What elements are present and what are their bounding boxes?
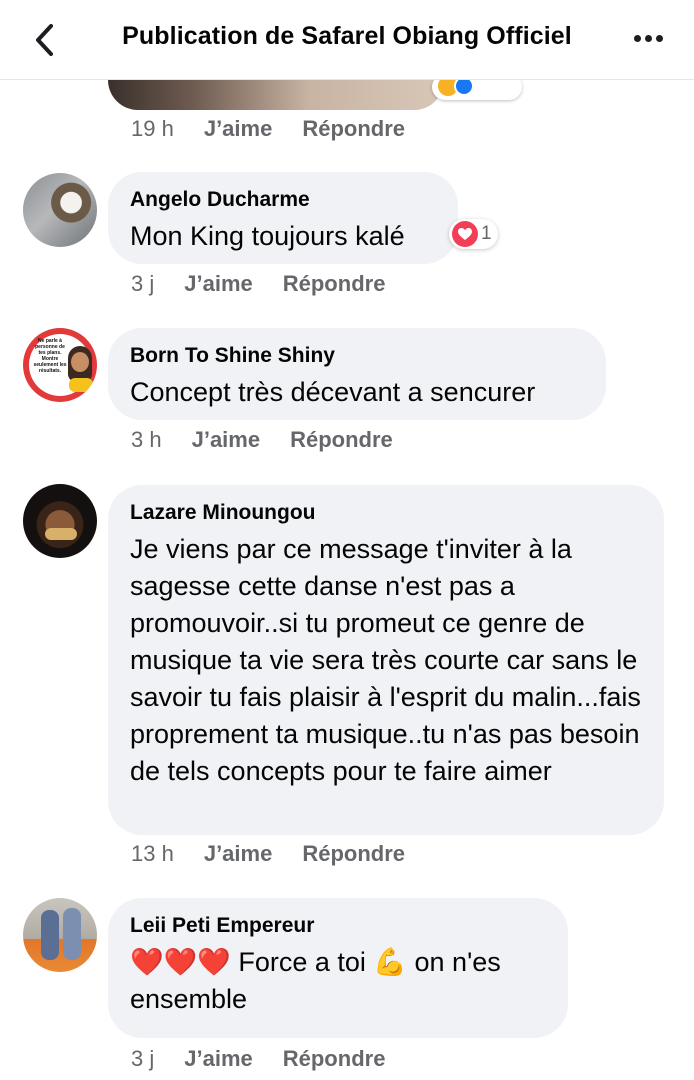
comment-bubble: Born To Shine Shiny Concept très décevan… (108, 328, 606, 420)
avatar-quote: Ne parle à personne de tes plans. Montre… (33, 338, 67, 374)
page-title: Publication de Safarel Obiang Officiel (122, 22, 572, 50)
like-button[interactable]: J’aime (184, 271, 253, 297)
comment-text: Je viens par ce message t'inviter à la s… (130, 534, 641, 786)
top-bar: Publication de Safarel Obiang Officiel (0, 0, 694, 80)
comment-bubble: Leii Peti Empereur ❤️❤️❤️ Force a toi 💪 … (108, 898, 568, 1038)
comment-author[interactable]: Born To Shine Shiny (130, 342, 584, 370)
love-reaction-icon (452, 221, 478, 247)
avatar[interactable]: Ne parle à personne de tes plans. Montre… (23, 328, 97, 402)
comment-time: 3 j (131, 1046, 155, 1071)
comment-time: 3 j (131, 271, 155, 296)
comment-text: ❤️❤️❤️ Force a toi 💪 on n'es (130, 947, 501, 977)
reaction-count: 1 (481, 223, 492, 244)
like-button[interactable]: J’aime (192, 427, 261, 453)
comment-time: 3 h (131, 427, 162, 452)
comment-text-line-2: ensemble (130, 984, 248, 1014)
comment-text: Mon King toujours kalé (130, 221, 405, 251)
reaction-badge[interactable]: 1 (449, 219, 498, 249)
reply-button[interactable]: Répondre (302, 116, 405, 142)
comment-meta: 3 j J’aime Répondre (131, 271, 385, 297)
reply-button[interactable]: Répondre (283, 1046, 386, 1072)
like-button[interactable]: J’aime (204, 841, 273, 867)
comment-meta: 13 h J’aime Répondre (131, 841, 405, 867)
more-horizontal-icon (633, 34, 641, 42)
reply-button[interactable]: Répondre (290, 427, 393, 453)
comment-author[interactable]: Leii Peti Empereur (130, 912, 546, 940)
comment-bubble: Lazare Minoungou Je viens par ce message… (108, 485, 664, 835)
comment-time: 13 h (131, 841, 174, 866)
comment-meta: 3 h J’aime Répondre (131, 427, 393, 453)
comment-bubble: Angelo Ducharme Mon King toujours kalé (108, 172, 458, 264)
avatar[interactable] (23, 173, 97, 247)
reply-button[interactable]: Répondre (283, 271, 386, 297)
like-button[interactable]: J’aime (204, 116, 273, 142)
avatar[interactable] (23, 898, 97, 972)
like-button[interactable]: J’aime (184, 1046, 253, 1072)
avatar[interactable] (23, 484, 97, 558)
comment-author[interactable]: Angelo Ducharme (130, 186, 436, 214)
comment-author[interactable]: Lazare Minoungou (130, 499, 642, 527)
comment-meta: 3 j J’aime Répondre (131, 1046, 385, 1072)
comment-text: Concept très décevant a sencurer (130, 377, 536, 407)
comment-time: 19 h (131, 116, 174, 141)
comment-meta: 19 h J’aime Répondre (131, 116, 405, 142)
more-options-button[interactable] (628, 22, 668, 54)
reply-button[interactable]: Répondre (302, 841, 405, 867)
